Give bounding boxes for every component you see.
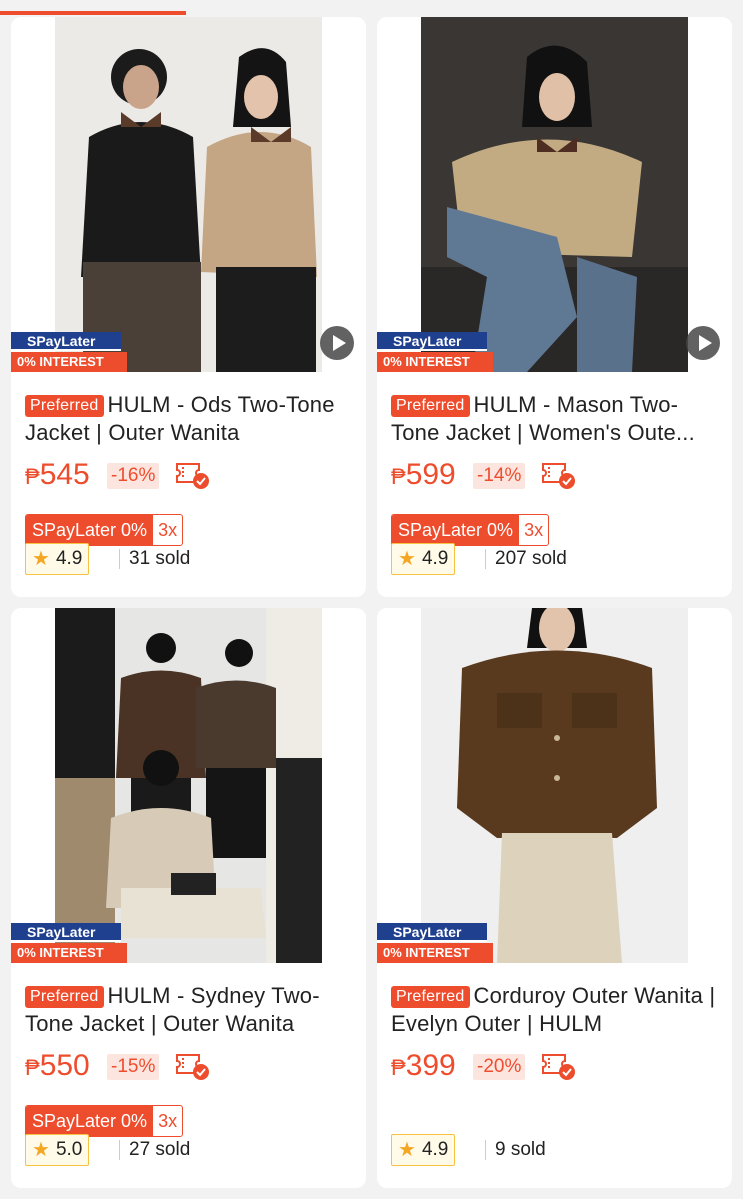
play-icon[interactable] bbox=[320, 326, 354, 360]
preferred-badge: Preferred bbox=[391, 986, 470, 1008]
star-icon: ★ bbox=[32, 548, 50, 570]
top-progress-track bbox=[0, 0, 743, 16]
product-price: ₱599 bbox=[391, 457, 456, 495]
top-progress-bar bbox=[0, 11, 186, 15]
product-card[interactable]: SPayLater 0% INTEREST Preferred HULM - Ma… bbox=[377, 17, 732, 597]
star-icon: ★ bbox=[32, 1139, 50, 1161]
free-shipping-voucher-icon bbox=[176, 1054, 209, 1080]
rating-value: 4.9 bbox=[421, 548, 449, 569]
spaylater-promo-badge: SPayLater 0% INTEREST bbox=[377, 923, 493, 963]
free-shipping-voucher-icon bbox=[542, 1054, 575, 1080]
promo-badge-bottom: 0% INTEREST bbox=[377, 352, 493, 372]
spaylater-promo-badge: SPayLater 0% INTEREST bbox=[377, 332, 493, 372]
product-title[interactable]: Preferred HULM - Mason Two-Tone Jacket | … bbox=[391, 391, 721, 447]
sold-count: 207 sold bbox=[495, 548, 567, 569]
product-image[interactable]: SPayLater 0% INTEREST bbox=[377, 17, 732, 372]
price-value: 399 bbox=[405, 1049, 456, 1082]
price-value: 599 bbox=[405, 458, 456, 491]
promo-badge-top: SPayLater bbox=[11, 923, 121, 942]
spaylater-installment-tag: SPayLater 0% 3x bbox=[25, 514, 184, 546]
star-icon: ★ bbox=[398, 1139, 416, 1161]
free-shipping-voucher-icon bbox=[542, 463, 575, 489]
rating-row: ★ 4.9 9 sold bbox=[391, 1134, 721, 1166]
product-image[interactable]: SPayLater 0% INTEREST bbox=[377, 608, 732, 963]
preferred-badge: Preferred bbox=[391, 395, 470, 417]
divider bbox=[119, 1140, 120, 1160]
price-row: ₱550 -15% bbox=[25, 1048, 355, 1084]
preferred-badge: Preferred bbox=[25, 395, 104, 417]
play-icon[interactable] bbox=[686, 326, 720, 360]
sold-count: 9 sold bbox=[495, 1139, 546, 1160]
discount-badge: -15% bbox=[107, 1054, 160, 1080]
divider bbox=[119, 549, 120, 569]
product-price: ₱399 bbox=[391, 1048, 456, 1086]
installments-label: 3x bbox=[158, 520, 178, 540]
rating-row: ★ 5.0 27 sold bbox=[25, 1134, 355, 1166]
rating-row: ★ 4.9 207 sold bbox=[391, 543, 721, 575]
currency-symbol: ₱ bbox=[391, 1055, 406, 1080]
currency-symbol: ₱ bbox=[25, 1055, 40, 1080]
installments-label: 3x bbox=[158, 1111, 178, 1131]
product-title[interactable]: Preferred HULM - Ods Two-Tone Jacket | Ou… bbox=[25, 391, 355, 447]
currency-symbol: ₱ bbox=[391, 464, 406, 489]
sold-count: 31 sold bbox=[129, 548, 191, 569]
price-value: 550 bbox=[39, 1049, 90, 1082]
installments-label: 3x bbox=[524, 520, 544, 540]
spaylater-installment-tag: SPayLater 0% 3x bbox=[391, 514, 550, 546]
product-card[interactable]: SPayLater 0% INTEREST Preferred HULM - Sy… bbox=[11, 608, 366, 1188]
promo-badge-top: SPayLater bbox=[377, 332, 487, 351]
rating-row: ★ 4.9 31 sold bbox=[25, 543, 355, 575]
spaylater-promo-badge: SPayLater 0% INTEREST bbox=[11, 332, 127, 372]
sold-count: 27 sold bbox=[129, 1139, 191, 1160]
rating-value: 5.0 bbox=[55, 1139, 83, 1160]
product-title[interactable]: Preferred Corduroy Outer Wanita | Evelyn … bbox=[391, 982, 721, 1038]
discount-badge: -16% bbox=[107, 463, 160, 489]
product-image[interactable]: SPayLater 0% INTEREST bbox=[11, 17, 366, 372]
promo-badge-top: SPayLater bbox=[11, 332, 121, 351]
promo-badge-bottom: 0% INTEREST bbox=[377, 943, 493, 963]
spaylater-label: SPayLater 0% bbox=[392, 515, 520, 545]
promo-badge-bottom: 0% INTEREST bbox=[11, 943, 127, 963]
discount-badge: -20% bbox=[473, 1054, 526, 1080]
spaylater-installment-tag: SPayLater 0% 3x bbox=[25, 1105, 184, 1137]
spaylater-label: SPayLater 0% bbox=[26, 515, 154, 545]
rating-badge: ★ 4.9 bbox=[391, 543, 456, 575]
price-row: ₱399 -20% bbox=[391, 1048, 721, 1084]
price-row: ₱545 -16% bbox=[25, 457, 355, 493]
product-price: ₱550 bbox=[25, 1048, 90, 1086]
spaylater-promo-badge: SPayLater 0% INTEREST bbox=[11, 923, 127, 963]
product-image[interactable]: SPayLater 0% INTEREST bbox=[11, 608, 366, 963]
product-card[interactable]: SPayLater 0% INTEREST Preferred HULM - Od… bbox=[11, 17, 366, 597]
rating-value: 4.9 bbox=[55, 548, 83, 569]
product-card[interactable]: SPayLater 0% INTEREST Preferred Corduroy … bbox=[377, 608, 732, 1188]
spaylater-label: SPayLater 0% bbox=[26, 1106, 154, 1136]
rating-badge: ★ 4.9 bbox=[391, 1134, 456, 1166]
product-price: ₱545 bbox=[25, 457, 90, 495]
price-value: 545 bbox=[39, 458, 90, 491]
currency-symbol: ₱ bbox=[25, 464, 40, 489]
free-shipping-voucher-icon bbox=[176, 463, 209, 489]
star-icon: ★ bbox=[398, 548, 416, 570]
promo-badge-top: SPayLater bbox=[377, 923, 487, 942]
rating-value: 4.9 bbox=[421, 1139, 449, 1160]
discount-badge: -14% bbox=[473, 463, 526, 489]
product-title[interactable]: Preferred HULM - Sydney Two-Tone Jacket |… bbox=[25, 982, 355, 1038]
rating-badge: ★ 4.9 bbox=[25, 543, 90, 575]
promo-badge-bottom: 0% INTEREST bbox=[11, 352, 127, 372]
divider bbox=[485, 1140, 486, 1160]
preferred-badge: Preferred bbox=[25, 986, 104, 1008]
price-row: ₱599 -14% bbox=[391, 457, 721, 493]
rating-badge: ★ 5.0 bbox=[25, 1134, 90, 1166]
divider bbox=[485, 549, 486, 569]
